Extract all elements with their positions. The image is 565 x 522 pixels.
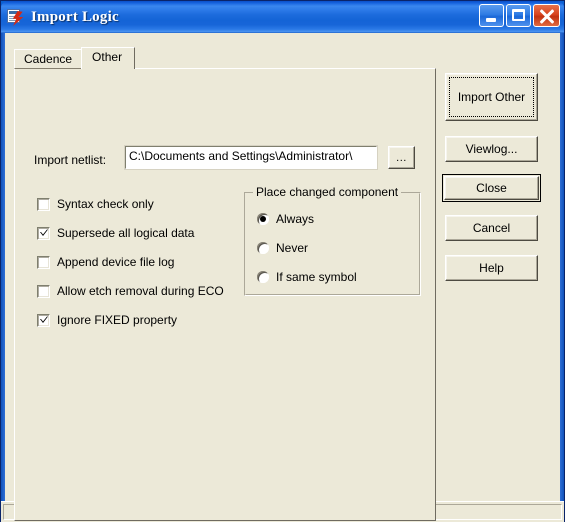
place-changed-component-title: Place changed component — [253, 185, 402, 199]
minimize-icon — [486, 18, 496, 22]
radio-circle — [257, 242, 269, 254]
checkbox-label: Supersede all logical data — [57, 226, 195, 240]
import-netlist-label: Import netlist: — [34, 153, 107, 167]
title-bar[interactable]: Import Logic — [1, 1, 564, 33]
close-button[interactable] — [533, 4, 560, 27]
radio-always[interactable]: Always — [257, 212, 314, 226]
viewlog-label: Viewlog... — [465, 142, 518, 156]
check-icon — [40, 316, 48, 323]
check-icon — [40, 229, 48, 236]
checkbox-label: Ignore FIXED property — [57, 313, 178, 327]
checkbox-label: Append device file log — [57, 255, 175, 269]
document-lightning-icon — [7, 8, 25, 26]
close-dialog-button[interactable]: Close — [442, 174, 541, 202]
radio-label: If same symbol — [276, 270, 357, 284]
help-button[interactable]: Help — [445, 255, 538, 281]
checkbox-allow-etch-removal-during-eco[interactable]: Allow etch removal during ECO — [37, 284, 224, 298]
checkbox-box — [37, 197, 50, 211]
checkbox-supersede-all-logical-data[interactable]: Supersede all logical data — [37, 226, 194, 240]
cancel-button[interactable]: Cancel — [445, 215, 538, 241]
radio-label: Always — [276, 212, 315, 226]
browse-netlist-button[interactable]: ... — [388, 146, 415, 169]
tab-other-label: Other — [92, 50, 123, 64]
dialog-client-area: Cadence Other Import netlist: C:\Documen… — [5, 33, 560, 521]
radio-circle — [257, 213, 269, 225]
window-title: Import Logic — [31, 8, 119, 25]
radio-if-same-symbol[interactable]: If same symbol — [257, 270, 357, 284]
checkbox-label: Syntax check only — [57, 197, 154, 211]
tab-cadence-label: Cadence — [24, 52, 73, 66]
close-dialog-label: Close — [476, 181, 507, 195]
checkbox-box — [37, 313, 50, 327]
maximize-button[interactable] — [506, 4, 531, 27]
minimize-button[interactable] — [479, 4, 504, 27]
cancel-label: Cancel — [472, 221, 511, 235]
window-frame-right — [560, 33, 564, 522]
viewlog-button[interactable]: Viewlog... — [445, 136, 538, 162]
browse-netlist-label: ... — [396, 151, 407, 164]
radio-never[interactable]: Never — [257, 241, 308, 255]
checkbox-syntax-check-only[interactable]: Syntax check only — [37, 197, 154, 211]
import-other-button[interactable]: Import Other — [445, 73, 538, 121]
maximize-icon — [512, 9, 525, 21]
help-label: Help — [479, 261, 504, 275]
checkbox-box — [37, 226, 50, 240]
tab-panel-other: Import netlist: C:\Documents and Setting… — [14, 68, 436, 521]
window-controls — [479, 4, 560, 27]
checkbox-box — [37, 284, 50, 298]
radio-circle — [257, 271, 269, 283]
place-changed-component-groupbox: Place changed component Always Never If … — [244, 185, 421, 296]
import-logic-window: Import Logic Cadence Other Import netlis… — [0, 0, 565, 522]
tab-cadence[interactable]: Cadence — [14, 49, 83, 69]
import-other-label: Import Other — [457, 90, 526, 104]
tab-other[interactable]: Other — [81, 47, 136, 69]
checkbox-box — [37, 255, 50, 269]
radio-label: Never — [276, 241, 309, 255]
import-netlist-input[interactable]: C:\Documents and Settings\Administrator\ — [124, 145, 378, 170]
checkbox-append-device-file-log[interactable]: Append device file log — [37, 255, 174, 269]
checkbox-ignore-fixed-property[interactable]: Ignore FIXED property — [37, 313, 177, 327]
tab-strip: Cadence Other — [14, 47, 136, 69]
checkbox-label: Allow etch removal during ECO — [57, 284, 224, 298]
